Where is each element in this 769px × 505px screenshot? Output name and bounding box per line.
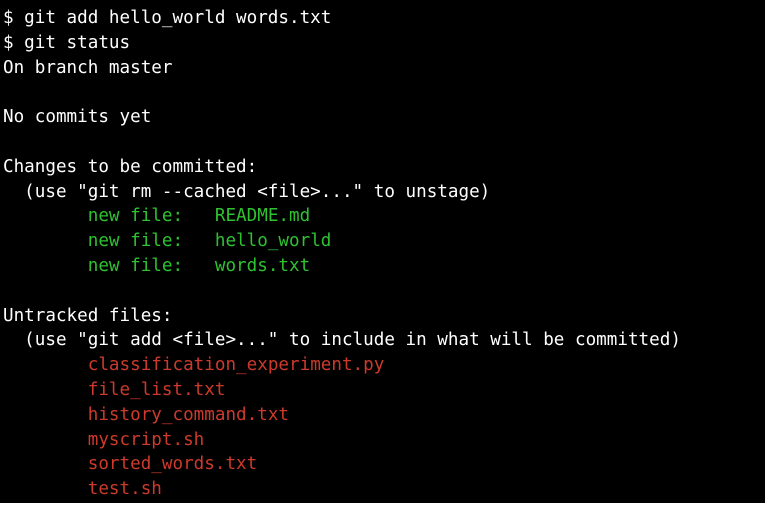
untracked-file-line: classification_experiment.py — [3, 355, 385, 376]
untracked-file-line: history_command.txt — [3, 404, 290, 425]
command-line-git-add: $ git add hello_world words.txt — [3, 8, 332, 28]
command-line-git-status: $ git status — [3, 32, 131, 53]
no-commits-line: No commits yet — [3, 107, 152, 128]
untracked-file-line: file_list.txt — [3, 379, 226, 400]
staged-file-line: new file: README.md — [3, 206, 311, 227]
untracked-file-line: myscript.sh — [3, 429, 205, 450]
untracked-header: Untracked files: — [3, 305, 173, 326]
untracked-file-line: test.sh — [3, 479, 162, 500]
staged-hint: (use "git rm --cached <file>..." to unst… — [3, 181, 491, 202]
untracked-file-line: sorted_words.txt — [3, 454, 258, 475]
window-edge — [765, 0, 769, 505]
staged-file-line: new file: words.txt — [3, 255, 311, 276]
branch-line: On branch master — [3, 57, 173, 78]
staged-file-line: new file: hello_world — [3, 231, 332, 252]
terminal-output: $ git add hello_world words.txt $ git st… — [3, 6, 769, 502]
untracked-hint: (use "git add <file>..." to include in w… — [3, 330, 681, 351]
terminal-window[interactable]: $ git add hello_world words.txt $ git st… — [0, 0, 769, 505]
staged-header: Changes to be committed: — [3, 156, 258, 177]
